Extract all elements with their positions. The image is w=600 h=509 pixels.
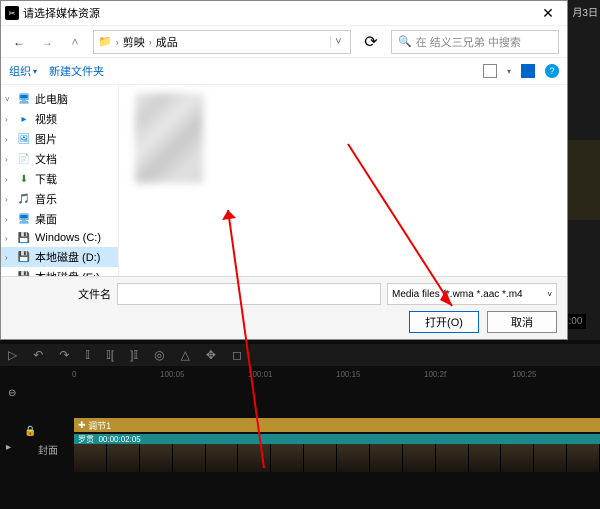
trim-right-tool[interactable]: ]𝕀 <box>130 348 138 362</box>
triangle-tool[interactable]: △ <box>181 348 190 362</box>
cancel-button[interactable]: 取消 <box>487 311 557 333</box>
record-tool[interactable]: ◎ <box>154 348 164 362</box>
sidebar-downloads[interactable]: ›⬇下载 <box>1 169 118 189</box>
sidebar-desktop[interactable]: ›🖥桌面 <box>1 209 118 229</box>
sidebar-this-pc[interactable]: ˅🖥此电脑 <box>1 89 118 109</box>
view-button[interactable] <box>483 64 497 78</box>
path-seg[interactable]: 成品 <box>156 34 178 50</box>
crop-tool[interactable]: ◻ <box>232 348 242 362</box>
titlebar: ✂ 请选择媒体资源 ✕ <box>1 1 567 25</box>
chevron-right-icon: › <box>116 37 119 47</box>
search-input[interactable]: 🔍 在 结义三兄弟 中搜索 <box>391 30 559 54</box>
search-icon: 🔍 <box>398 35 412 48</box>
file-thumbnail[interactable] <box>135 93 203 183</box>
adjustment-track-header[interactable]: ✚ 调节1 <box>74 418 600 432</box>
organize-menu[interactable]: 组织▾ <box>9 63 37 79</box>
adjust-icon: ✚ <box>78 420 86 431</box>
sidebar: ˅🖥此电脑 ›▸视频 ›🖼图片 ›📄文档 ›⬇下载 ›🎵音乐 ›🖥桌面 ›💾Wi… <box>1 85 119 285</box>
sidebar-videos[interactable]: ›▸视频 <box>1 109 118 129</box>
folder-icon: 📁 <box>98 35 112 48</box>
dialog-title: 请选择媒体资源 <box>23 5 533 21</box>
clip-time-strip[interactable]: 罗贯 00:00:02:05 <box>74 434 600 444</box>
help-button[interactable]: ? <box>545 64 559 78</box>
sidebar-drive-c[interactable]: ›💾Windows (C:) <box>1 229 118 247</box>
path-seg[interactable]: 剪映 <box>123 34 145 50</box>
open-button[interactable]: 打开(O) <box>409 311 479 333</box>
move-tool[interactable]: ✥ <box>206 348 216 362</box>
timeline-toolbar: ▷ ↶ ↷ 𝕀 𝕀[ ]𝕀 ◎ △ ✥ ◻ <box>0 344 600 366</box>
new-folder-button[interactable]: 新建文件夹 <box>49 63 104 79</box>
file-list[interactable] <box>119 85 567 285</box>
close-button[interactable]: ✕ <box>533 5 563 22</box>
toolbar: 组织▾ 新建文件夹 ▾ ? <box>1 57 567 85</box>
refresh-button[interactable]: ⟳ <box>359 30 383 54</box>
preview-button[interactable] <box>521 64 535 78</box>
nav-row: ← → ˄ 📁 › 剪映 › 成品 ˅ ⟳ 🔍 在 结义三兄弟 中搜索 <box>1 25 567 57</box>
search-placeholder: 在 结义三兄弟 中搜索 <box>416 34 521 50</box>
filetype-filter[interactable]: Media files (*.wma *.aac *.m4˅ <box>387 283 557 305</box>
track-collapse-icon[interactable]: ▸ <box>6 442 11 453</box>
track-toggle-icon[interactable]: ⊖ <box>8 388 16 399</box>
filename-label: 文件名 <box>11 286 111 302</box>
chevron-right-icon: › <box>149 37 152 47</box>
track-lock-icon[interactable]: 🔒 <box>24 426 36 437</box>
sidebar-pictures[interactable]: ›🖼图片 <box>1 129 118 149</box>
video-thumbnail[interactable] <box>565 140 600 220</box>
up-button[interactable]: ˄ <box>65 32 85 52</box>
redo-button[interactable]: ↷ <box>59 348 69 362</box>
cursor-tool[interactable]: ▷ <box>8 348 17 362</box>
sidebar-drive-d[interactable]: ›💾本地磁盘 (D:) <box>1 247 118 267</box>
track-label-cover[interactable]: 封面 <box>38 442 58 457</box>
forward-button[interactable]: → <box>37 32 57 52</box>
video-track[interactable] <box>74 444 600 472</box>
editor-right-panel: 月3日 <box>565 0 600 340</box>
dialog-footer: 文件名 Media files (*.wma *.aac *.m4˅ 打开(O)… <box>1 276 567 339</box>
undo-button[interactable]: ↶ <box>33 348 43 362</box>
split-tool[interactable]: 𝕀 <box>85 348 90 362</box>
date-fragment: 月3日 <box>572 4 598 19</box>
sidebar-documents[interactable]: ›📄文档 <box>1 149 118 169</box>
path-dropdown[interactable]: ˅ <box>330 36 346 48</box>
trim-left-tool[interactable]: 𝕀[ <box>106 348 114 362</box>
path-box[interactable]: 📁 › 剪映 › 成品 ˅ <box>93 30 351 54</box>
filename-input[interactable] <box>117 283 381 305</box>
app-icon: ✂ <box>5 6 19 20</box>
file-open-dialog: ✂ 请选择媒体资源 ✕ ← → ˄ 📁 › 剪映 › 成品 ˅ ⟳ 🔍 在 结义… <box>0 0 568 340</box>
sidebar-music[interactable]: ›🎵音乐 <box>1 189 118 209</box>
timeline-ruler[interactable]: 0100:05100:01100:15100:2f100:25 <box>72 370 600 384</box>
back-button[interactable]: ← <box>9 32 29 52</box>
